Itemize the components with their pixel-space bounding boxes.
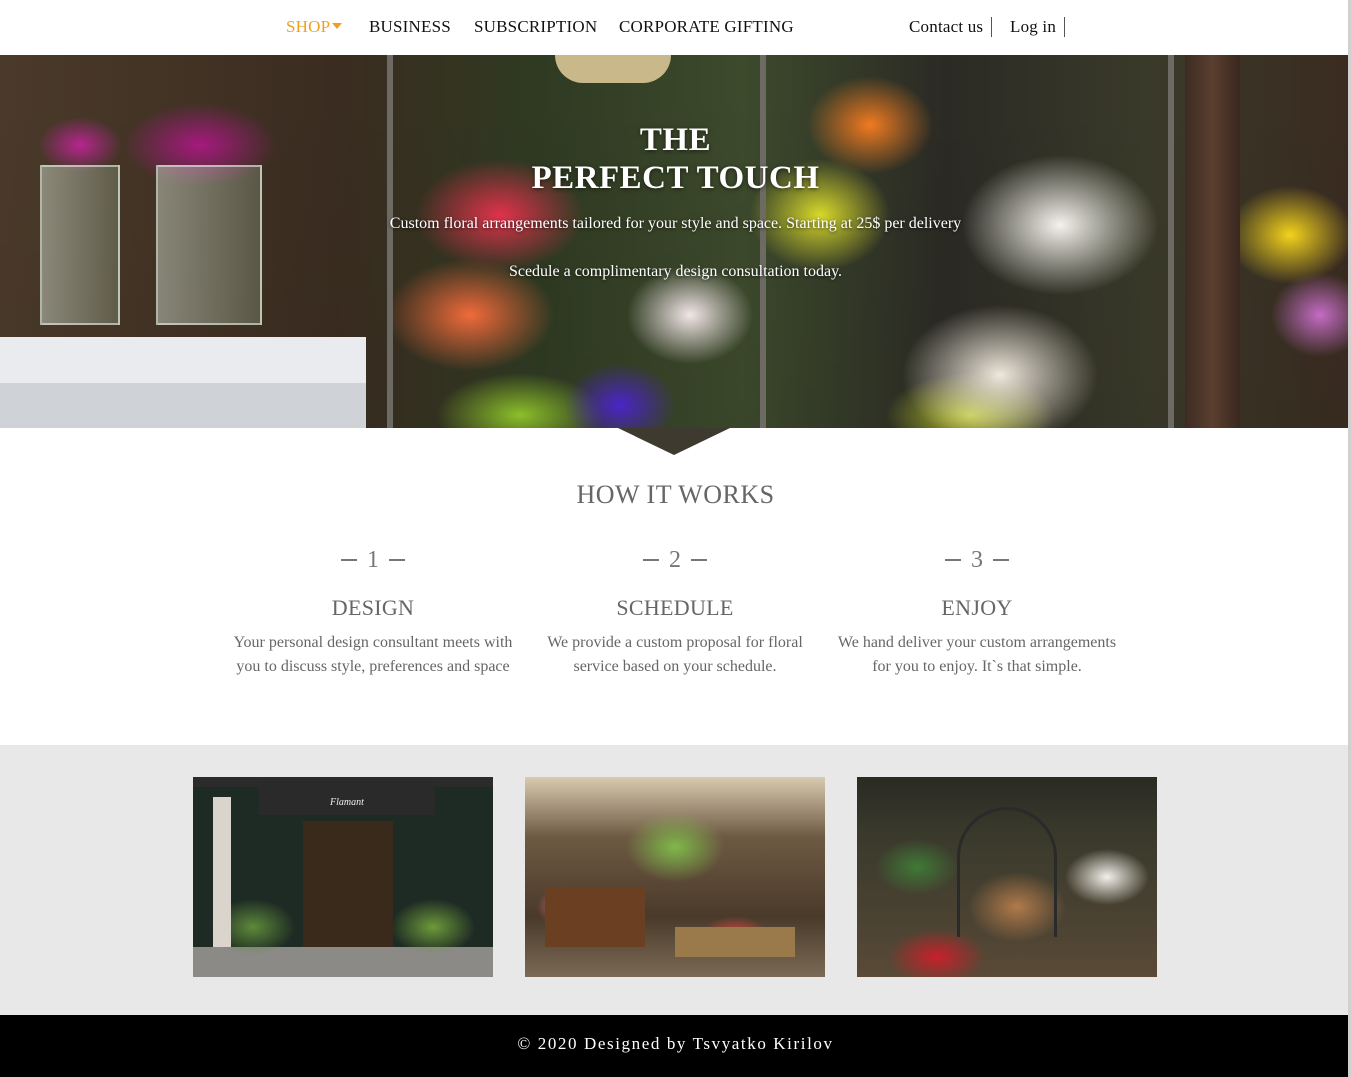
step-design: 1 DESIGN Your personal design consultant… [233,545,513,679]
top-nav: SHOP BUSINESS SUBSCRIPTION CORPORATE GIF… [0,0,1351,55]
step-description: Your personal design consultant meets wi… [233,634,513,675]
storefront-sign: Flamant [330,797,364,808]
dash-decor [643,559,659,561]
caret-down-icon [332,23,343,29]
hero-frame-decor [760,55,766,428]
step-number: 3 [837,545,1117,575]
hero-title: THE PERFECT TOUCH [0,121,1351,197]
nav-business[interactable]: BUSINESS [369,17,451,37]
step-number-value: 3 [971,546,983,573]
photo-gallery: Flamant [0,745,1351,1015]
step-heading: DESIGN [331,595,415,620]
log-in-link[interactable]: Log in [1010,17,1066,37]
hero-title-line1: THE [639,122,712,158]
dash-decor [341,559,357,561]
hero-table-edge-decor [0,383,366,428]
step-enjoy: 3 ENJOY We hand deliver your custom arra… [837,545,1117,679]
step-heading: ENJOY [941,595,1013,620]
dash-decor [691,559,707,561]
nav-subscription[interactable]: SUBSCRIPTION [474,17,597,37]
dash-decor [945,559,961,561]
nav-shop-label: SHOP [286,17,331,36]
step-number: 1 [233,545,513,575]
step-number: 2 [535,545,815,575]
hero-title-line2: PERFECT TOUCH [531,160,820,196]
gallery-photo-storefront: Flamant [193,777,493,977]
hero-frame-decor [1168,55,1174,428]
hero-notch-arrow [618,428,730,455]
how-it-works-title: HOW IT WORKS [576,480,775,509]
shop-counter-decor [545,887,645,947]
hero-post-decor [1185,55,1240,428]
dash-decor [993,559,1009,561]
hero-lamp-decor [555,55,671,83]
hero-subtitle: Custom floral arrangements tailored for … [389,215,962,232]
step-description: We provide a custom proposal for floral … [547,634,803,675]
nav-shop[interactable]: SHOP [286,17,343,37]
contact-us-link[interactable]: Contact us [909,17,993,37]
hero-cta-text: Scedule a complimentary design consultat… [508,263,843,280]
storefront-pillar-decor [213,797,231,947]
hero-frame-decor [387,55,393,428]
footer: © 2020 Designed by Tsvyatko Kirilov [0,1015,1351,1077]
hero-banner: THE PERFECT TOUCH Custom floral arrangem… [0,55,1351,428]
step-schedule: 2 SCHEDULE We provide a custom proposal … [535,545,815,679]
gallery-photo-greenhouse [857,777,1157,977]
step-number-value: 1 [367,546,379,573]
gallery-photo-shop-interior [525,777,825,977]
dash-decor [389,559,405,561]
step-heading: SCHEDULE [616,595,734,620]
step-number-value: 2 [669,546,681,573]
step-description: We hand deliver your custom arrangements… [837,634,1117,675]
storefront-door-decor [303,821,393,947]
greenhouse-arch-decor [957,807,1057,937]
footer-copyright: © 2020 Designed by Tsvyatko Kirilov [517,1034,834,1053]
shop-table-decor [675,927,795,957]
hero-table-decor [0,337,366,383]
nav-corporate-gifting[interactable]: CORPORATE GIFTING [619,17,794,37]
